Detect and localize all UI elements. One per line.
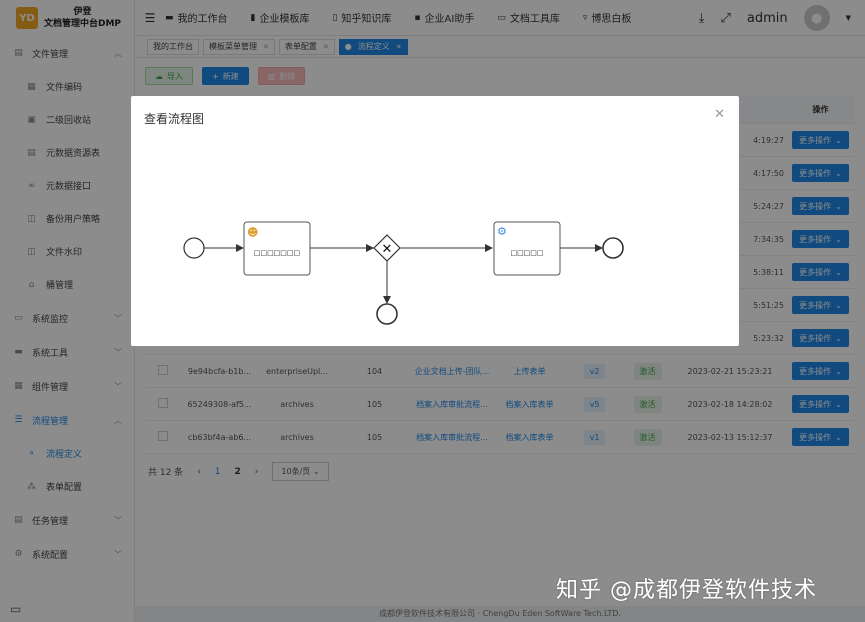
flow-diagram: ☻ □□□□□□□ ✕ ⚙ □□□□□ <box>183 221 624 325</box>
end-event <box>602 237 624 259</box>
end-event <box>376 303 398 325</box>
start-event <box>183 237 205 259</box>
flow-diagram-dialog: 查看流程图 ✕ ☻ □□□□□□□ ✕ ⚙ □□□□□ <box>131 96 739 346</box>
service-task-label: □□□□□ <box>510 249 543 257</box>
user-task-label: □□□□□□□ <box>254 249 300 257</box>
gear-icon: ⚙ <box>497 225 507 238</box>
gateway-x-icon: ✕ <box>382 242 393 257</box>
user-task-icon: ☻ <box>247 226 258 239</box>
watermark: 知乎 @成都伊登软件技术 <box>556 578 817 603</box>
